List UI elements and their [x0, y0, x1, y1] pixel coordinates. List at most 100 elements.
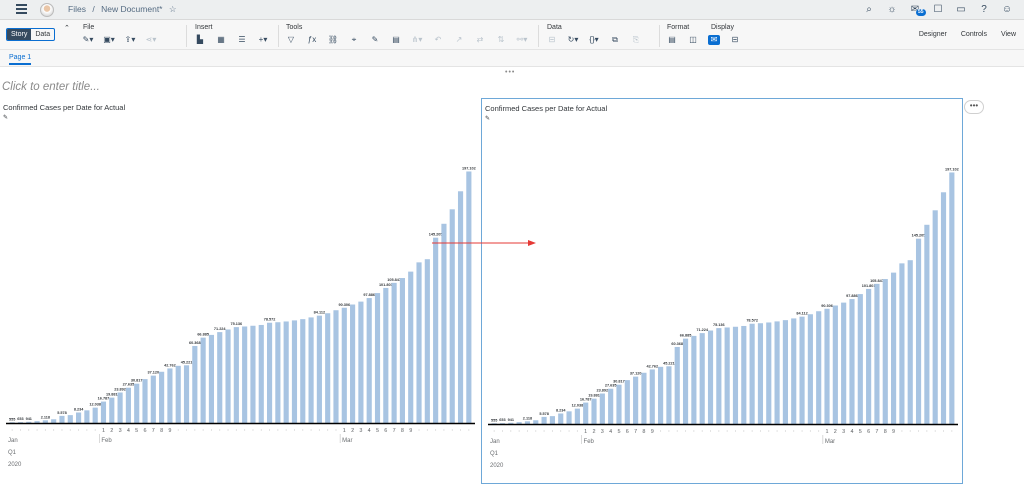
x-month-label: Jan	[8, 438, 18, 444]
chart-bar	[125, 387, 131, 423]
data-source-icon[interactable]: ⊟	[546, 35, 558, 45]
avatar[interactable]	[40, 3, 54, 17]
x-tick-dot	[252, 429, 254, 431]
breadcrumb-files[interactable]: Files	[68, 4, 86, 14]
export-icon[interactable]: ⇪▾	[124, 35, 136, 45]
insert-tools: ▙ ▦ ☰ +▾	[194, 35, 269, 45]
more-options-button[interactable]: •••	[964, 100, 984, 114]
breadcrumb: Files / New Document* ☆	[68, 4, 181, 15]
chat-icon[interactable]: ☐	[931, 3, 945, 17]
scope-icon[interactable]: ⌖	[348, 35, 360, 45]
help-icon[interactable]: ?	[977, 3, 991, 17]
data-label: 27.635	[605, 384, 617, 388]
chart-icon[interactable]: ▙	[194, 35, 206, 45]
x-tick-label: 5	[135, 428, 138, 434]
arrow-icon[interactable]: ↗	[453, 35, 465, 45]
filter-controls-icon[interactable]: ☰	[236, 35, 248, 45]
view-link[interactable]: View	[1001, 31, 1016, 38]
sort-icon[interactable]: ⇅	[495, 35, 507, 45]
undo-icon[interactable]: ↶	[432, 35, 444, 45]
format-table-icon[interactable]: ▤	[666, 35, 678, 45]
chart-bar	[591, 398, 597, 424]
data-label: 8.234	[74, 407, 84, 411]
data-label: 42.762	[646, 364, 658, 368]
data-label: 2.118	[41, 415, 50, 419]
save-icon[interactable]: ▣▾	[103, 35, 115, 45]
add-icon[interactable]: +▾	[257, 35, 269, 45]
chart-bar	[566, 411, 572, 424]
page-title-input[interactable]: Click to enter title...	[2, 81, 100, 93]
chart-bar	[433, 237, 439, 423]
menu-icon[interactable]	[16, 4, 27, 15]
format-style-icon[interactable]: ◫	[687, 35, 699, 45]
chart-bar	[283, 321, 289, 423]
copy-icon[interactable]: ⧉	[609, 35, 621, 45]
edit-icon[interactable]: ✎▾	[82, 35, 94, 45]
x-tick-dot	[227, 429, 229, 431]
x-tick-label: 9	[892, 429, 895, 435]
pencil-icon[interactable]: ✎	[369, 35, 381, 45]
x-tick-label: 2	[110, 428, 113, 434]
x-tick-dot	[318, 429, 320, 431]
table-icon[interactable]: ▦	[215, 35, 227, 45]
x-tick-dot	[235, 429, 237, 431]
hierarchy-icon[interactable]: ⋔▾	[411, 35, 423, 45]
display-group-title: Display	[711, 24, 734, 31]
data-label: 37.120	[630, 372, 642, 376]
lightbulb-icon[interactable]: ☼	[885, 3, 899, 17]
braces-icon[interactable]: {}▾	[588, 35, 600, 45]
swap-icon[interactable]: ⇄	[474, 35, 486, 45]
chart-panel-left[interactable]: Confirmed Cases per Date for Actual ✎ 55…	[0, 98, 478, 484]
x-tick-dot	[926, 430, 928, 432]
chart-bar	[749, 323, 755, 424]
chart-bar	[100, 401, 107, 423]
filter-icon[interactable]: ▽	[285, 35, 297, 45]
data-toggle[interactable]: Data	[31, 29, 54, 40]
notification-icon[interactable]: ✉ 55	[908, 3, 926, 17]
data-label: 197.102	[462, 166, 476, 170]
collapse-icon[interactable]: ⌃	[64, 24, 70, 32]
chart-bar	[891, 272, 897, 424]
x-tick-dot	[793, 430, 795, 432]
star-icon[interactable]: ☆	[169, 4, 177, 14]
chart-bar	[824, 308, 830, 424]
chart-bar	[258, 324, 264, 423]
data-label: 105.847	[870, 279, 884, 283]
search-icon[interactable]: ⌕	[862, 3, 876, 17]
chart-bar	[674, 346, 680, 424]
paste-icon[interactable]: ⎘	[630, 35, 642, 45]
mode-links: Designer Controls View	[919, 31, 1016, 38]
chain-icon[interactable]: ⚯▾	[516, 35, 528, 45]
story-toggle[interactable]: Story	[7, 29, 32, 40]
x-tick-dot	[418, 429, 420, 431]
refresh-icon[interactable]: ↻▾	[567, 35, 579, 45]
shell-bar: Files / New Document* ☆ ⌕ ☼ ✉ 55 ☐ ▭ ? ☺	[0, 0, 1024, 20]
controls-link[interactable]: Controls	[961, 31, 987, 38]
layout-icon[interactable]: ⊟	[729, 35, 741, 45]
comment-icon[interactable]: ▭	[954, 3, 968, 17]
chart-panel-right[interactable]: Confirmed Cases per Date for Actual ✎ 55…	[481, 98, 963, 484]
chart-bar	[724, 327, 730, 424]
toolbar-separator	[659, 25, 660, 47]
x-tick-dot	[285, 429, 287, 431]
chart-bar	[616, 384, 622, 424]
tab-page-1[interactable]: Page 1	[9, 54, 32, 65]
formula-icon[interactable]: ƒx	[306, 35, 318, 45]
chart-bar	[441, 223, 447, 423]
resize-grip[interactable]: •••	[505, 69, 515, 76]
comment-display-icon[interactable]: ✉	[708, 35, 720, 45]
user-icon[interactable]: ☺	[1000, 3, 1014, 17]
data-label: 5.578	[539, 412, 549, 416]
chart-bar	[275, 322, 281, 423]
insert-group-title: Insert	[195, 24, 213, 31]
chart-bar	[932, 210, 938, 424]
chart-bar	[449, 209, 455, 423]
x-tick-dot	[53, 429, 55, 431]
link-icon[interactable]: ⛓	[327, 35, 339, 45]
data-label: 71.224	[214, 327, 227, 331]
designer-link[interactable]: Designer	[919, 31, 947, 38]
share-icon[interactable]: ⋖▾	[145, 35, 157, 45]
data-label: 27.635	[123, 383, 135, 387]
calendar-icon[interactable]: ▤	[390, 35, 402, 45]
chart-bar	[774, 321, 780, 424]
